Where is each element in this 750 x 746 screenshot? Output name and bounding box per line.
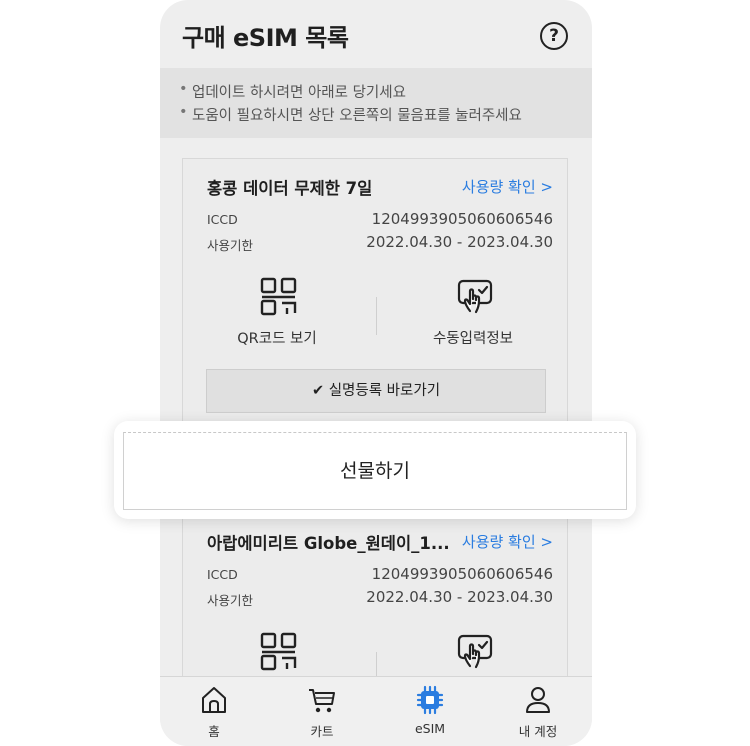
divider bbox=[376, 297, 377, 335]
esim-name: 아랍에미리트 Globe_원데이_1... bbox=[207, 534, 450, 553]
notice-line: 업데이트 하시려면 아래로 당기세요 bbox=[179, 81, 406, 102]
home-icon bbox=[202, 687, 226, 713]
tab-account[interactable]: 내 계정 bbox=[484, 677, 592, 746]
esim-name: 홍콩 데이터 무제한 7일 bbox=[207, 179, 373, 198]
touch-screen-icon bbox=[457, 279, 493, 314]
notice-box: 업데이트 하시려면 아래로 당기세요 도움이 필요하시면 상단 오른쪽의 물음표… bbox=[160, 68, 592, 138]
expiry-label: 사용기한 bbox=[207, 238, 254, 253]
header: 구매 eSIM 목록 ? bbox=[160, 0, 592, 68]
user-icon bbox=[526, 687, 550, 713]
iccd-label: ICCD bbox=[207, 212, 238, 227]
phone-screen: 구매 eSIM 목록 ? 업데이트 하시려면 아래로 당기세요 도움이 필요하시… bbox=[160, 0, 592, 746]
tab-label: 홈 bbox=[208, 724, 220, 739]
notice-line: 도움이 필요하시면 상단 오른쪽의 물음표를 눌러주세요 bbox=[179, 104, 522, 125]
qr-code-label: QR코드 보기 bbox=[237, 331, 317, 347]
esim-card: 홍콩 데이터 무제한 7일 사용량 확인 > ICCD 120499390506… bbox=[182, 158, 568, 448]
esim-chip-icon bbox=[416, 685, 444, 715]
tab-cart[interactable]: 카트 bbox=[268, 677, 376, 746]
iccd-label: ICCD bbox=[207, 567, 238, 582]
manual-input-label: 수동입력정보 bbox=[432, 331, 514, 347]
qr-code-icon bbox=[260, 277, 297, 316]
gift-popup: 선물하기 bbox=[114, 421, 636, 519]
tab-label: 카트 bbox=[310, 724, 334, 739]
bottom-tab-bar: 홈 카트 eSIM 내 계정 bbox=[160, 676, 592, 746]
touch-screen-icon bbox=[457, 634, 493, 669]
usage-check-link[interactable]: 사용량 확인 > bbox=[462, 531, 553, 552]
help-icon[interactable]: ? bbox=[540, 22, 568, 50]
expiry-value: 2022.04.30 - 2023.04.30 bbox=[366, 588, 553, 606]
tab-home[interactable]: 홈 bbox=[160, 677, 268, 746]
tab-label: 내 계정 bbox=[518, 724, 558, 739]
expiry-label: 사용기한 bbox=[207, 593, 254, 608]
qr-code-icon bbox=[260, 632, 297, 671]
qr-code-button[interactable]: QR코드 보기 bbox=[197, 277, 357, 357]
iccd-value: 1204993905060606546 bbox=[371, 565, 553, 583]
expiry-value: 2022.04.30 - 2023.04.30 bbox=[366, 233, 553, 251]
iccd-value: 1204993905060606546 bbox=[371, 210, 553, 228]
tab-label: eSIM bbox=[414, 721, 446, 736]
real-name-register-button[interactable]: ✔ 실명등록 바로가기 bbox=[206, 369, 546, 413]
gift-button[interactable]: 선물하기 bbox=[123, 432, 627, 510]
cart-icon bbox=[309, 689, 335, 713]
tab-esim[interactable]: eSIM bbox=[376, 677, 484, 746]
usage-check-link[interactable]: 사용량 확인 > bbox=[462, 176, 553, 197]
page-title: 구매 eSIM 목록 bbox=[182, 24, 349, 52]
manual-input-button[interactable]: 수동입력정보 bbox=[393, 277, 553, 357]
